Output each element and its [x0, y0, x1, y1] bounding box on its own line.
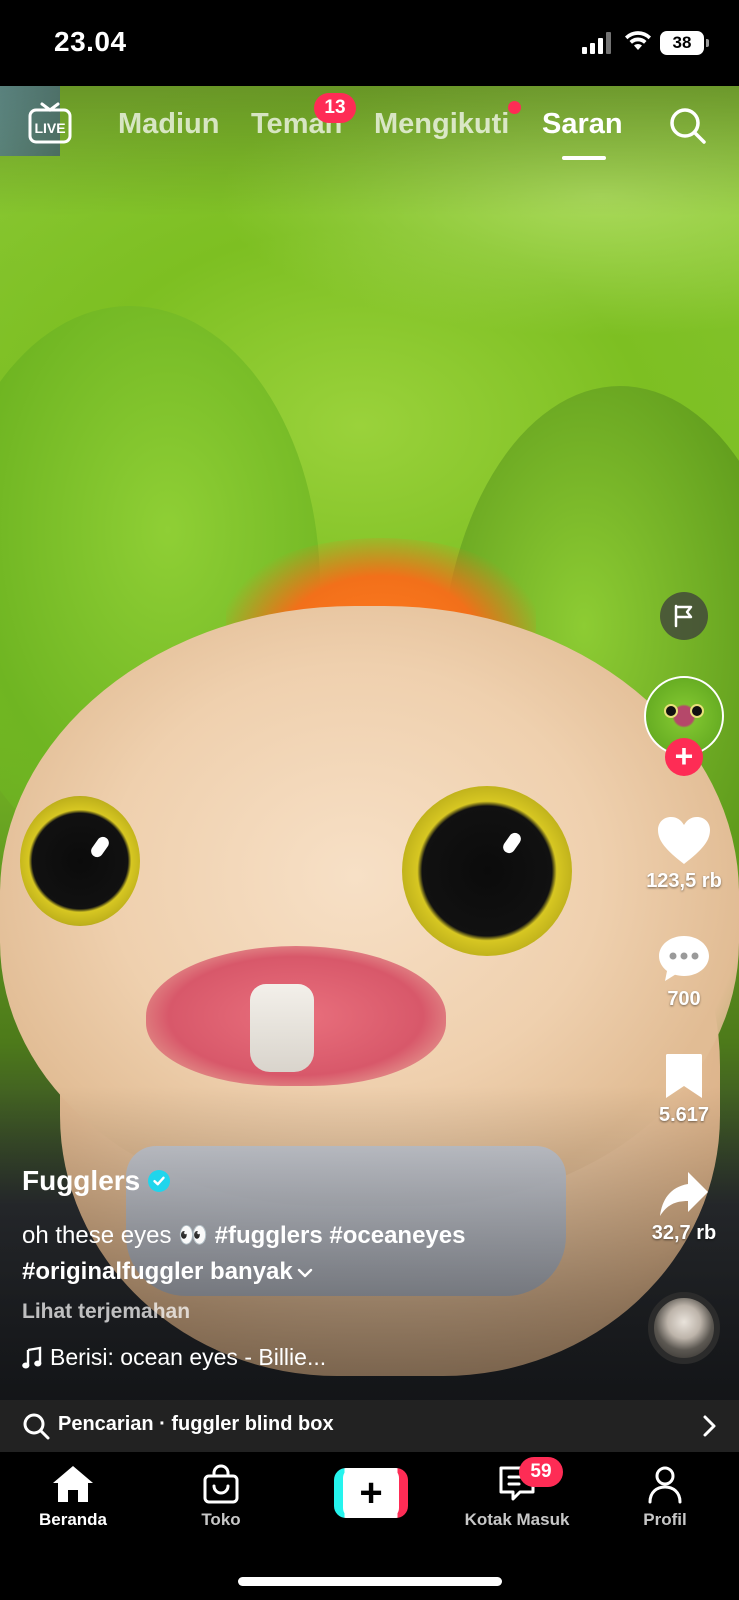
heart-icon: [658, 817, 710, 864]
search-suggestion-bar[interactable]: Pencarian · fuggler blind box: [0, 1400, 739, 1452]
author-name[interactable]: Fugglers: [22, 1165, 171, 1197]
flag-icon: [674, 604, 693, 628]
home-indicator[interactable]: [238, 1577, 502, 1586]
video-caption: oh these eyes 👀 #fugglers #oceaneyes #or…: [22, 1218, 582, 1290]
chevron-right-icon: [703, 1415, 716, 1437]
like-count: 123,5 rb: [646, 870, 722, 892]
nav-shop[interactable]: Toko: [156, 1464, 286, 1530]
nav-profile[interactable]: Profil: [600, 1464, 730, 1530]
plush-tooth: [250, 984, 314, 1072]
share-count: 32,7 rb: [651, 1222, 717, 1244]
mengikuti-new-dot: [508, 101, 521, 114]
profile-icon: [648, 1466, 682, 1504]
hashtag-link[interactable]: #originalfuggler: [22, 1258, 203, 1285]
cellular-signal-icon: [582, 32, 611, 54]
caption-text: oh these eyes 👀: [22, 1222, 208, 1249]
music-track[interactable]: Berisi: ocean eyes - Billie...: [22, 1344, 326, 1371]
search-icon: [23, 1413, 50, 1440]
plush-eye-right: [402, 786, 572, 956]
hashtag-link[interactable]: #oceaneyes: [329, 1222, 465, 1249]
tab-madiun[interactable]: Madiun: [118, 108, 220, 141]
comment-icon: [659, 936, 709, 981]
status-time: 23.04: [54, 26, 127, 57]
search-suggestion-text: Pencarian · fuggler blind box: [58, 1413, 334, 1435]
tab-saran[interactable]: Saran: [542, 108, 623, 141]
home-icon: [53, 1466, 93, 1502]
wifi-icon: [625, 31, 651, 50]
shopping-bag-icon: [203, 1464, 239, 1504]
teman-notification-badge: 13: [314, 93, 356, 123]
chevron-down-icon: [297, 1268, 312, 1277]
music-track-label: Berisi: ocean eyes - Billie...: [50, 1344, 327, 1370]
plush-eye-left: [20, 796, 140, 926]
status-bar: 23.04 38: [0, 0, 739, 86]
report-flag-button[interactable]: [660, 592, 708, 640]
plus-icon: +: [343, 1468, 399, 1518]
bookmark-icon: [666, 1054, 702, 1098]
see-translation-link[interactable]: Lihat terjemahan: [22, 1300, 190, 1324]
battery-indicator: 38: [660, 31, 709, 55]
active-tab-indicator: [562, 156, 606, 160]
save-button[interactable]: 5.617: [636, 1052, 732, 1127]
search-icon[interactable]: [668, 106, 708, 146]
bottom-nav: Beranda Toko + Kotak Masuk Profil: [0, 1452, 739, 1600]
follow-button[interactable]: +: [665, 738, 703, 776]
music-disc[interactable]: [648, 1292, 720, 1364]
save-count: 5.617: [658, 1104, 710, 1126]
nav-inbox-label: Kotak Masuk: [464, 1510, 570, 1529]
create-video-button[interactable]: +: [334, 1468, 408, 1518]
nav-profile-label: Profil: [643, 1510, 687, 1529]
nav-home[interactable]: Beranda: [8, 1464, 138, 1530]
like-button[interactable]: 123,5 rb: [636, 816, 732, 893]
music-note-icon: [22, 1346, 42, 1368]
nav-shop-label: Toko: [201, 1510, 241, 1529]
hashtag-link[interactable]: #fugglers: [215, 1222, 323, 1249]
live-icon[interactable]: LIVE: [28, 102, 72, 146]
comment-count: 700: [667, 988, 701, 1010]
share-button[interactable]: 32,7 rb: [636, 1170, 732, 1245]
comment-button[interactable]: 700: [636, 934, 732, 1011]
expand-caption-button[interactable]: banyak: [210, 1258, 314, 1285]
svg-text:LIVE: LIVE: [34, 120, 65, 136]
tab-mengikuti[interactable]: Mengikuti: [374, 108, 509, 141]
verified-badge-icon: [148, 1170, 171, 1192]
nav-home-label: Beranda: [38, 1510, 108, 1529]
share-arrow-icon: [660, 1172, 708, 1216]
inbox-notification-badge: 59: [519, 1457, 563, 1487]
